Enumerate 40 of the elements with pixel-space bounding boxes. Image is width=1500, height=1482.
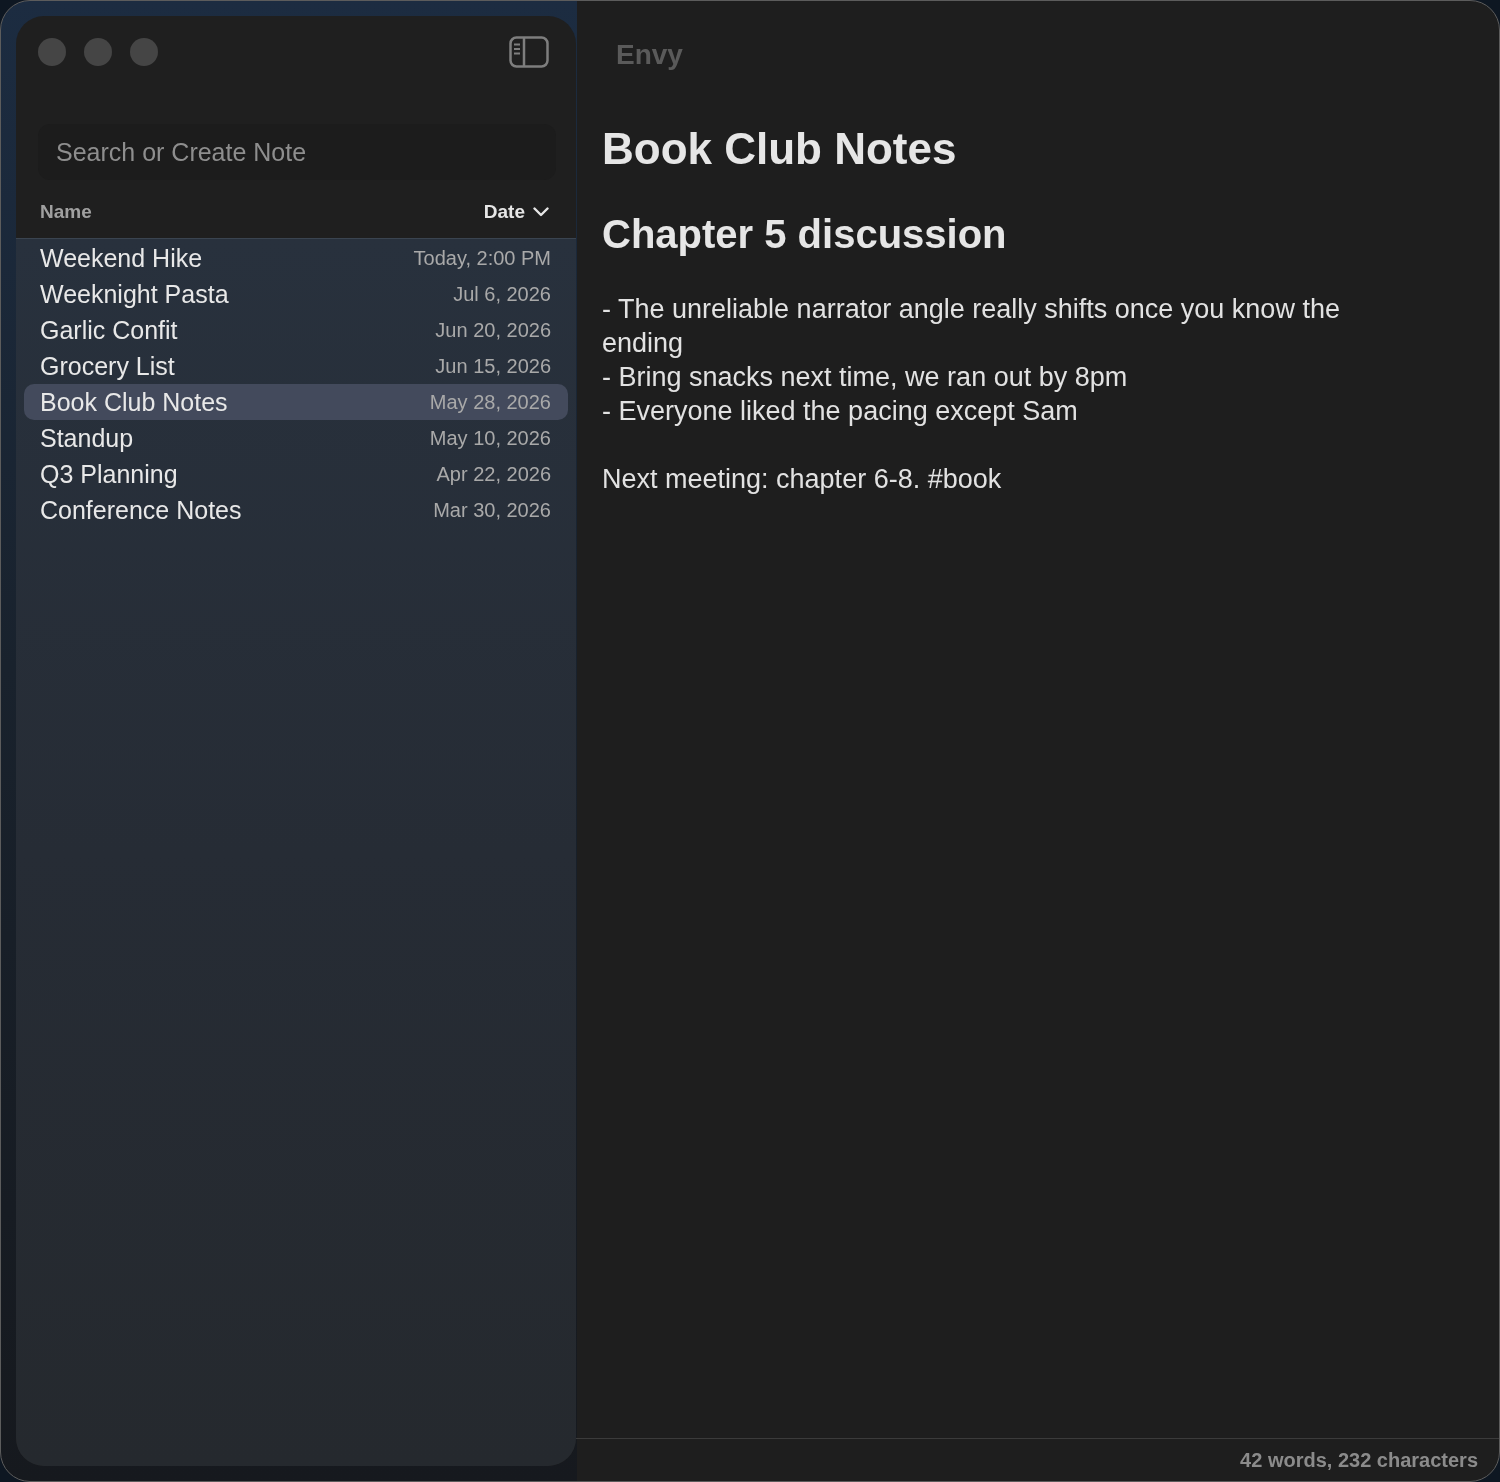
note-date: Mar 30, 2026 bbox=[433, 498, 551, 522]
search-field[interactable]: Search or Create Note bbox=[38, 124, 556, 180]
note-date: Jun 20, 2026 bbox=[435, 318, 551, 342]
note-row[interactable]: Grocery List Jun 15, 2026 bbox=[24, 348, 568, 384]
note-name: Standup bbox=[40, 423, 134, 453]
window-title: Envy bbox=[616, 37, 683, 72]
note-name: Weekend Hike bbox=[40, 243, 203, 273]
chevron-down-icon bbox=[533, 207, 549, 217]
note-heading: Chapter 5 discussion bbox=[602, 211, 1008, 258]
note-title: Book Club Notes bbox=[602, 123, 958, 175]
note-date: Jun 15, 2026 bbox=[435, 354, 551, 378]
note-date: Today, 2:00 PM bbox=[413, 246, 551, 270]
note-paragraph: Next meeting: chapter 6-8. #book bbox=[602, 463, 1003, 496]
note-name: Conference Notes bbox=[40, 495, 242, 525]
column-header[interactable]: Date bbox=[483, 200, 549, 224]
note-row[interactable]: Weeknight Pasta Jul 6, 2026 bbox=[24, 276, 568, 312]
note-name: Garlic Confit bbox=[40, 315, 178, 345]
window-control-button[interactable] bbox=[130, 38, 158, 66]
window-control-button[interactable] bbox=[38, 38, 66, 66]
note-date: Apr 22, 2026 bbox=[436, 462, 551, 486]
note-name: Q3 Planning bbox=[40, 459, 178, 489]
word-count-text: 42 words, 232 characters bbox=[1240, 1448, 1478, 1473]
note-bullet-line: - The unreliable narrator angle really shifts once you know the ending bbox=[602, 293, 1341, 360]
note-row[interactable]: Book Club Notes May 28, 2026 bbox=[24, 384, 568, 420]
note-name: Weeknight Pasta bbox=[40, 279, 229, 309]
note-date: Jul 6, 2026 bbox=[453, 282, 551, 306]
note-bullet-line: - Everyone liked the pacing except Sam bbox=[602, 395, 1079, 428]
note-name: Book Club Notes bbox=[40, 387, 228, 417]
sidebar-toggle-icon[interactable] bbox=[509, 36, 549, 68]
note-row[interactable]: Standup May 10, 2026 bbox=[24, 420, 568, 456]
note-name: Grocery List bbox=[40, 351, 175, 381]
note-row[interactable]: Q3 Planning Apr 22, 2026 bbox=[24, 456, 568, 492]
note-date: May 28, 2026 bbox=[429, 390, 551, 414]
window-control-button[interactable] bbox=[84, 38, 112, 66]
note-date: May 10, 2026 bbox=[429, 426, 551, 450]
column-header[interactable]: Name bbox=[40, 200, 92, 224]
note-bullet-line: - Bring snacks next time, we ran out by 8pm bbox=[602, 361, 1129, 394]
note-row[interactable]: Garlic Confit Jun 20, 2026 bbox=[24, 312, 568, 348]
note-row[interactable]: Conference Notes Mar 30, 2026 bbox=[24, 492, 568, 528]
note-row[interactable]: Weekend Hike Today, 2:00 PM bbox=[24, 240, 568, 276]
